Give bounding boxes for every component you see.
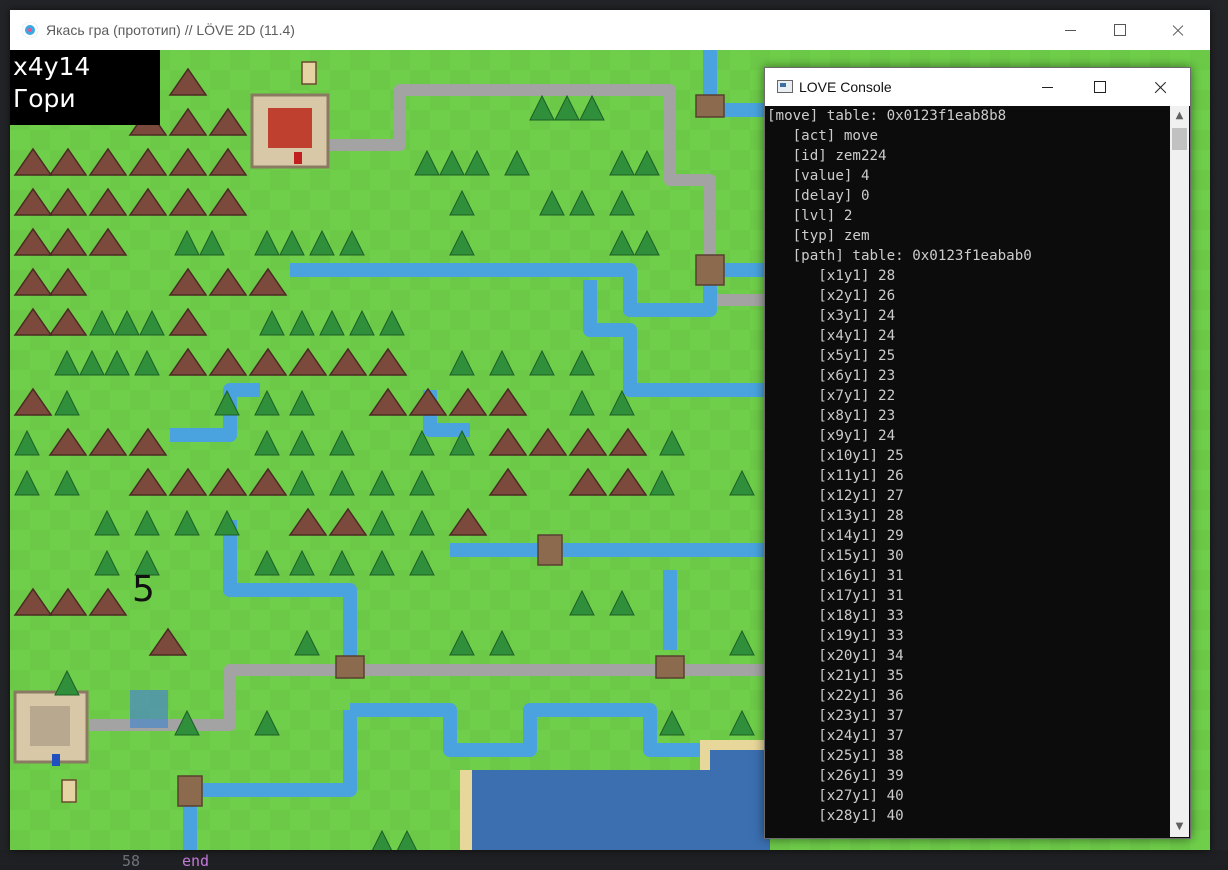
bridge bbox=[177, 775, 203, 807]
console-line: [x13y1] 28 bbox=[767, 508, 904, 524]
castle-north bbox=[250, 93, 330, 169]
sea bbox=[470, 770, 770, 850]
love-app-icon bbox=[22, 22, 38, 38]
editor-code-strip: 58 end bbox=[0, 850, 1228, 869]
console-line: [x6y1] 23 bbox=[767, 368, 896, 384]
console-line: [x1y1] 28 bbox=[767, 268, 896, 284]
console-line: [x28y1] 40 bbox=[767, 808, 904, 824]
console-line: [typ] zem bbox=[767, 228, 870, 244]
sea-deep bbox=[710, 750, 770, 770]
bridge bbox=[537, 534, 563, 566]
scroll-up-arrow-icon[interactable]: ▲ bbox=[1170, 106, 1189, 126]
console-output[interactable]: [move] table: 0x0123f1eab8b8 [act] move … bbox=[765, 106, 1170, 837]
game-window-title: Якась гра (прототип) // LÖVE 2D (11.4) bbox=[46, 22, 295, 38]
console-scrollbar[interactable]: ▲ ▼ bbox=[1170, 106, 1189, 837]
console-line: [x2y1] 26 bbox=[767, 288, 896, 304]
tile-coordinates: x4y14 bbox=[13, 52, 91, 81]
console-line: [x24y1] 37 bbox=[767, 728, 904, 744]
console-line: [x14y1] 29 bbox=[767, 528, 904, 544]
console-maximize-icon[interactable] bbox=[1077, 68, 1123, 106]
windmill bbox=[61, 779, 77, 803]
console-minimize-icon[interactable] bbox=[1025, 68, 1071, 106]
console-line: [x12y1] 27 bbox=[767, 488, 904, 504]
console-line: [x15y1] 30 bbox=[767, 548, 904, 564]
console-titlebar[interactable]: LOVE Console bbox=[765, 68, 1190, 106]
console-line: [x22y1] 36 bbox=[767, 688, 904, 704]
console-line: [move] table: 0x0123f1eab8b8 bbox=[767, 108, 1007, 124]
castle-southwest bbox=[13, 690, 89, 766]
minimize-icon bbox=[1048, 10, 1094, 50]
minimize-button[interactable] bbox=[1048, 10, 1094, 50]
console-line: [id] zem224 bbox=[767, 148, 887, 164]
bridge bbox=[695, 254, 725, 286]
console-line: [x9y1] 24 bbox=[767, 428, 896, 444]
console-line: [lvl] 2 bbox=[767, 208, 853, 224]
console-line: [x3y1] 24 bbox=[767, 308, 896, 324]
editor-line-number: 58 bbox=[122, 852, 141, 870]
bridge bbox=[335, 655, 365, 679]
console-line: [x25y1] 38 bbox=[767, 748, 904, 764]
game-window-titlebar[interactable]: Якась гра (прототип) // LÖVE 2D (11.4) bbox=[10, 10, 1210, 50]
tile-terrain: Гори bbox=[13, 84, 76, 113]
console-line: [x19y1] 33 bbox=[767, 628, 904, 644]
console-line: [delay] 0 bbox=[767, 188, 870, 204]
maximize-icon bbox=[1096, 10, 1142, 50]
console-line: [x23y1] 37 bbox=[767, 708, 904, 724]
bridge bbox=[695, 94, 725, 118]
scroll-thumb[interactable] bbox=[1172, 128, 1187, 150]
console-app-icon bbox=[777, 80, 793, 93]
console-line: [x7y1] 22 bbox=[767, 388, 896, 404]
console-line: [x4y1] 24 bbox=[767, 328, 896, 344]
console-line: [x11y1] 26 bbox=[767, 468, 904, 484]
console-line: [x16y1] 31 bbox=[767, 568, 904, 584]
console-line: [x10y1] 25 bbox=[767, 448, 904, 464]
river-left bbox=[170, 383, 260, 442]
player-unit bbox=[130, 690, 168, 728]
river-lower bbox=[223, 520, 357, 670]
console-line: [path] table: 0x0123f1eabab0 bbox=[767, 248, 1032, 264]
console-close-icon[interactable] bbox=[1137, 68, 1183, 106]
close-button[interactable] bbox=[1154, 10, 1200, 50]
maximize-button[interactable] bbox=[1096, 10, 1142, 50]
console-line: [x17y1] 31 bbox=[767, 588, 904, 604]
console-line: [x18y1] 33 bbox=[767, 608, 904, 624]
move-points-counter: 5 bbox=[132, 570, 172, 610]
close-icon bbox=[1154, 10, 1200, 50]
console-line: [value] 4 bbox=[767, 168, 870, 184]
console-line: [x20y1] 34 bbox=[767, 648, 904, 664]
console-line: [x26y1] 39 bbox=[767, 768, 904, 784]
scroll-down-arrow-icon[interactable]: ▼ bbox=[1170, 817, 1189, 837]
bridge bbox=[655, 655, 685, 679]
windmill bbox=[301, 61, 317, 85]
console-line: [x27y1] 40 bbox=[767, 788, 904, 804]
sea-shore-1 bbox=[460, 770, 472, 850]
console-line: [x21y1] 35 bbox=[767, 668, 904, 684]
console-line: [x8y1] 23 bbox=[767, 408, 896, 424]
love-console-window: LOVE Console [move] table: 0x0123f1eab8b… bbox=[764, 67, 1191, 839]
editor-code-keyword: end bbox=[182, 852, 210, 870]
console-line: [act] move bbox=[767, 128, 879, 144]
river-bottom bbox=[350, 703, 710, 757]
console-title: LOVE Console bbox=[799, 79, 892, 95]
tile-info-panel: x4y14 Гори bbox=[10, 50, 160, 125]
console-line: [x5y1] 25 bbox=[767, 348, 896, 364]
